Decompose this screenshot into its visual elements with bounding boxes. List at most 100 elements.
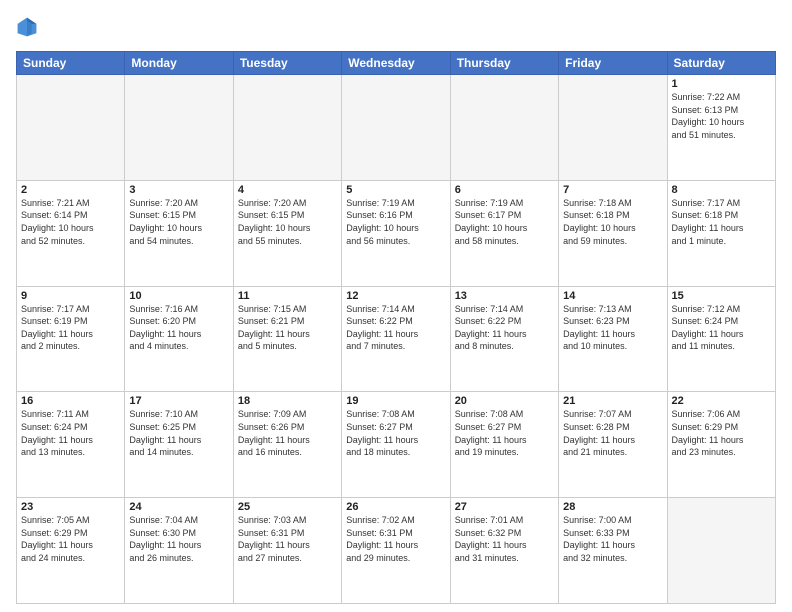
header <box>16 16 776 43</box>
day-number: 9 <box>21 290 120 302</box>
day-info: Sunrise: 7:19 AM Sunset: 6:17 PM Dayligh… <box>455 197 554 247</box>
day-info: Sunrise: 7:05 AM Sunset: 6:29 PM Dayligh… <box>21 514 120 564</box>
day-number: 20 <box>455 395 554 407</box>
day-info: Sunrise: 7:03 AM Sunset: 6:31 PM Dayligh… <box>238 514 337 564</box>
table-row: 2Sunrise: 7:21 AM Sunset: 6:14 PM Daylig… <box>17 180 125 286</box>
day-info: Sunrise: 7:08 AM Sunset: 6:27 PM Dayligh… <box>346 408 445 458</box>
day-number: 6 <box>455 184 554 196</box>
table-row: 14Sunrise: 7:13 AM Sunset: 6:23 PM Dayli… <box>559 286 667 392</box>
calendar-week-row: 16Sunrise: 7:11 AM Sunset: 6:24 PM Dayli… <box>17 392 776 498</box>
day-info: Sunrise: 7:14 AM Sunset: 6:22 PM Dayligh… <box>455 303 554 353</box>
col-sunday: Sunday <box>17 52 125 75</box>
col-wednesday: Wednesday <box>342 52 450 75</box>
table-row <box>125 75 233 181</box>
col-friday: Friday <box>559 52 667 75</box>
day-info: Sunrise: 7:04 AM Sunset: 6:30 PM Dayligh… <box>129 514 228 564</box>
table-row: 25Sunrise: 7:03 AM Sunset: 6:31 PM Dayli… <box>233 498 341 604</box>
day-info: Sunrise: 7:09 AM Sunset: 6:26 PM Dayligh… <box>238 408 337 458</box>
col-saturday: Saturday <box>667 52 775 75</box>
day-number: 19 <box>346 395 445 407</box>
day-number: 25 <box>238 501 337 513</box>
table-row <box>667 498 775 604</box>
col-tuesday: Tuesday <box>233 52 341 75</box>
day-number: 23 <box>21 501 120 513</box>
table-row <box>450 75 558 181</box>
table-row: 18Sunrise: 7:09 AM Sunset: 6:26 PM Dayli… <box>233 392 341 498</box>
table-row: 21Sunrise: 7:07 AM Sunset: 6:28 PM Dayli… <box>559 392 667 498</box>
day-number: 28 <box>563 501 662 513</box>
day-info: Sunrise: 7:00 AM Sunset: 6:33 PM Dayligh… <box>563 514 662 564</box>
day-number: 14 <box>563 290 662 302</box>
day-info: Sunrise: 7:19 AM Sunset: 6:16 PM Dayligh… <box>346 197 445 247</box>
day-info: Sunrise: 7:08 AM Sunset: 6:27 PM Dayligh… <box>455 408 554 458</box>
day-info: Sunrise: 7:06 AM Sunset: 6:29 PM Dayligh… <box>672 408 771 458</box>
table-row: 20Sunrise: 7:08 AM Sunset: 6:27 PM Dayli… <box>450 392 558 498</box>
day-number: 12 <box>346 290 445 302</box>
table-row: 12Sunrise: 7:14 AM Sunset: 6:22 PM Dayli… <box>342 286 450 392</box>
table-row: 9Sunrise: 7:17 AM Sunset: 6:19 PM Daylig… <box>17 286 125 392</box>
day-info: Sunrise: 7:07 AM Sunset: 6:28 PM Dayligh… <box>563 408 662 458</box>
table-row <box>233 75 341 181</box>
table-row: 10Sunrise: 7:16 AM Sunset: 6:20 PM Dayli… <box>125 286 233 392</box>
day-number: 26 <box>346 501 445 513</box>
day-number: 24 <box>129 501 228 513</box>
day-info: Sunrise: 7:01 AM Sunset: 6:32 PM Dayligh… <box>455 514 554 564</box>
day-info: Sunrise: 7:10 AM Sunset: 6:25 PM Dayligh… <box>129 408 228 458</box>
day-info: Sunrise: 7:20 AM Sunset: 6:15 PM Dayligh… <box>238 197 337 247</box>
logo <box>16 16 40 43</box>
day-info: Sunrise: 7:15 AM Sunset: 6:21 PM Dayligh… <box>238 303 337 353</box>
day-number: 3 <box>129 184 228 196</box>
day-number: 27 <box>455 501 554 513</box>
day-info: Sunrise: 7:11 AM Sunset: 6:24 PM Dayligh… <box>21 408 120 458</box>
page: Sunday Monday Tuesday Wednesday Thursday… <box>0 0 792 612</box>
day-info: Sunrise: 7:17 AM Sunset: 6:18 PM Dayligh… <box>672 197 771 247</box>
day-number: 16 <box>21 395 120 407</box>
table-row: 5Sunrise: 7:19 AM Sunset: 6:16 PM Daylig… <box>342 180 450 286</box>
calendar-week-row: 1Sunrise: 7:22 AM Sunset: 6:13 PM Daylig… <box>17 75 776 181</box>
day-info: Sunrise: 7:02 AM Sunset: 6:31 PM Dayligh… <box>346 514 445 564</box>
table-row: 13Sunrise: 7:14 AM Sunset: 6:22 PM Dayli… <box>450 286 558 392</box>
table-row <box>559 75 667 181</box>
table-row: 19Sunrise: 7:08 AM Sunset: 6:27 PM Dayli… <box>342 392 450 498</box>
calendar-week-row: 23Sunrise: 7:05 AM Sunset: 6:29 PM Dayli… <box>17 498 776 604</box>
table-row: 6Sunrise: 7:19 AM Sunset: 6:17 PM Daylig… <box>450 180 558 286</box>
table-row: 27Sunrise: 7:01 AM Sunset: 6:32 PM Dayli… <box>450 498 558 604</box>
day-info: Sunrise: 7:21 AM Sunset: 6:14 PM Dayligh… <box>21 197 120 247</box>
day-number: 4 <box>238 184 337 196</box>
day-number: 15 <box>672 290 771 302</box>
table-row: 16Sunrise: 7:11 AM Sunset: 6:24 PM Dayli… <box>17 392 125 498</box>
table-row: 28Sunrise: 7:00 AM Sunset: 6:33 PM Dayli… <box>559 498 667 604</box>
table-row: 11Sunrise: 7:15 AM Sunset: 6:21 PM Dayli… <box>233 286 341 392</box>
day-number: 7 <box>563 184 662 196</box>
day-info: Sunrise: 7:20 AM Sunset: 6:15 PM Dayligh… <box>129 197 228 247</box>
table-row: 22Sunrise: 7:06 AM Sunset: 6:29 PM Dayli… <box>667 392 775 498</box>
table-row <box>17 75 125 181</box>
day-info: Sunrise: 7:18 AM Sunset: 6:18 PM Dayligh… <box>563 197 662 247</box>
day-number: 17 <box>129 395 228 407</box>
logo-icon <box>16 16 38 38</box>
calendar-week-row: 9Sunrise: 7:17 AM Sunset: 6:19 PM Daylig… <box>17 286 776 392</box>
day-info: Sunrise: 7:12 AM Sunset: 6:24 PM Dayligh… <box>672 303 771 353</box>
day-number: 10 <box>129 290 228 302</box>
table-row: 8Sunrise: 7:17 AM Sunset: 6:18 PM Daylig… <box>667 180 775 286</box>
day-number: 18 <box>238 395 337 407</box>
table-row: 15Sunrise: 7:12 AM Sunset: 6:24 PM Dayli… <box>667 286 775 392</box>
calendar-header-row: Sunday Monday Tuesday Wednesday Thursday… <box>17 52 776 75</box>
table-row: 3Sunrise: 7:20 AM Sunset: 6:15 PM Daylig… <box>125 180 233 286</box>
table-row: 17Sunrise: 7:10 AM Sunset: 6:25 PM Dayli… <box>125 392 233 498</box>
table-row: 1Sunrise: 7:22 AM Sunset: 6:13 PM Daylig… <box>667 75 775 181</box>
col-thursday: Thursday <box>450 52 558 75</box>
table-row: 23Sunrise: 7:05 AM Sunset: 6:29 PM Dayli… <box>17 498 125 604</box>
day-info: Sunrise: 7:16 AM Sunset: 6:20 PM Dayligh… <box>129 303 228 353</box>
day-number: 13 <box>455 290 554 302</box>
table-row: 24Sunrise: 7:04 AM Sunset: 6:30 PM Dayli… <box>125 498 233 604</box>
table-row: 26Sunrise: 7:02 AM Sunset: 6:31 PM Dayli… <box>342 498 450 604</box>
day-info: Sunrise: 7:13 AM Sunset: 6:23 PM Dayligh… <box>563 303 662 353</box>
table-row: 4Sunrise: 7:20 AM Sunset: 6:15 PM Daylig… <box>233 180 341 286</box>
day-info: Sunrise: 7:14 AM Sunset: 6:22 PM Dayligh… <box>346 303 445 353</box>
day-number: 1 <box>672 78 771 90</box>
col-monday: Monday <box>125 52 233 75</box>
day-number: 22 <box>672 395 771 407</box>
table-row <box>342 75 450 181</box>
day-number: 21 <box>563 395 662 407</box>
